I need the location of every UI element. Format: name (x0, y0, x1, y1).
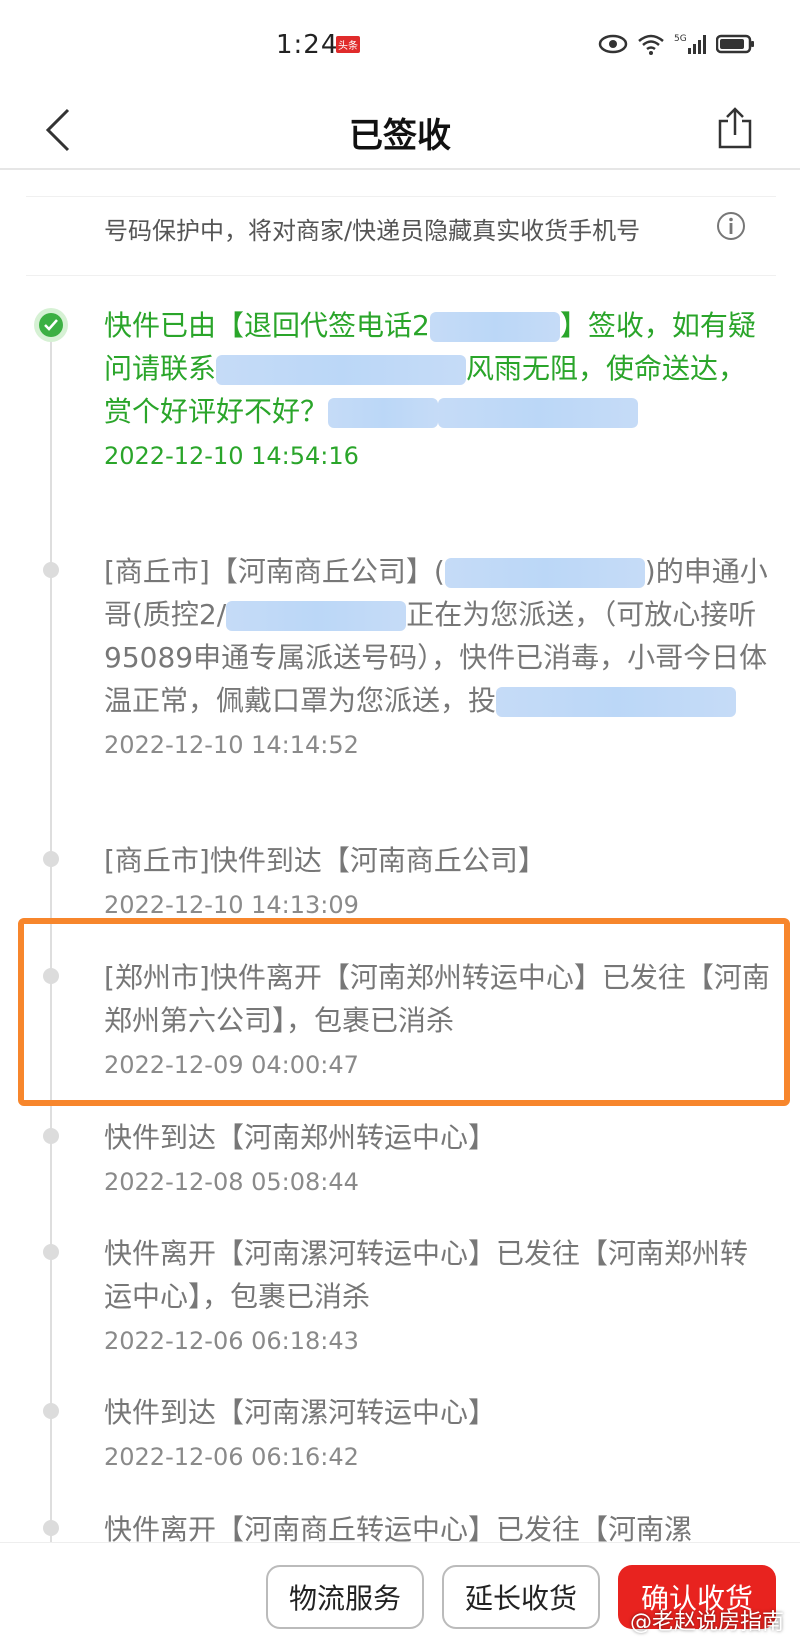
bottom-action-bar: 物流服务 延长收货 确认收货 @老赵说房指南 (0, 1542, 800, 1650)
status-bar: 1:24 头条 5G (0, 0, 800, 90)
event-time: 2022-12-10 14:14:52 (104, 731, 359, 759)
timeline-event: 快件离开【河南漯河转运中心】已发往【河南郑州转运中心】，包裹已消杀 2022-1… (104, 1232, 770, 1358)
timeline-dot (43, 851, 59, 867)
timeline-event: 快件到达【河南漯河转运中心】 2022-12-06 06:16:42 (104, 1391, 770, 1474)
redacted-phone (496, 687, 737, 717)
timeline-dot (43, 1128, 59, 1144)
event-time: 2022-12-06 06:18:43 (104, 1327, 359, 1355)
redacted-phone (226, 601, 407, 631)
redacted-courier (216, 355, 467, 385)
redacted-phone (328, 398, 439, 428)
event-text: 快件到达【河南漯河转运中心】 (104, 1396, 497, 1429)
nav-bar: 已签收 (0, 90, 800, 170)
event-time: 2022-12-06 06:16:42 (104, 1443, 359, 1471)
share-button[interactable] (710, 98, 760, 158)
redacted-phone (444, 558, 645, 588)
event-time: 2022-12-10 14:13:09 (104, 891, 359, 919)
extend-receipt-button[interactable]: 延长收货 (442, 1565, 600, 1629)
signal-5g-icon: 5G (674, 34, 706, 54)
redacted-phone (429, 312, 560, 342)
redacted-phone (438, 398, 639, 428)
info-icon[interactable] (716, 211, 746, 241)
svg-text:5G: 5G (674, 34, 687, 44)
highlight-annotation-box (18, 918, 790, 1106)
timeline-dot (43, 1244, 59, 1260)
page-title: 已签收 (349, 116, 451, 156)
timeline-dot (43, 1403, 59, 1419)
event-text: 快件离开【河南漯河转运中心】已发往【河南郑州转运中心】，包裹已消杀 (104, 1237, 749, 1313)
timeline-event: 快件到达【河南郑州转运中心】 2022-12-08 05:08:44 (104, 1116, 770, 1199)
news-badge: 头条 (336, 36, 360, 53)
battery-icon (716, 34, 754, 54)
timeline-dot (43, 1520, 59, 1536)
timeline-event: [商丘市]【河南商丘公司】()的申通小哥(质控2/正在为您派送，（可放心接听95… (104, 550, 770, 762)
privacy-text: 号码保护中，将对商家/快递员隐藏真实收货手机号 (104, 217, 641, 245)
event-time: 2022-12-10 14:54:16 (104, 442, 359, 470)
status-time: 1:24 (276, 30, 339, 60)
watermark: @老赵说房指南 (629, 1610, 784, 1635)
timeline-event-signed: 快件已由【退回代签电话2 】签收，如有疑问请联系 风雨无阻，使命送达，赏个好评好不好… (104, 304, 770, 473)
wifi-icon (638, 34, 664, 55)
privacy-notice: 号码保护中，将对商家/快递员隐藏真实收货手机号 (26, 196, 776, 276)
timeline-event: [商丘市]快件到达【河南商丘公司】 2022-12-10 14:13:09 (104, 839, 770, 922)
event-text: [商丘市]【河南商丘公司】()的申通小哥(质控2/正在为您派送，（可放心接听95… (104, 555, 768, 717)
eye-icon (598, 34, 628, 54)
event-text: 快件到达【河南郑州转运中心】 (104, 1121, 497, 1154)
event-text: 快件已由【退回代签电话2 】签收，如有疑问请联系 风雨无阻，使命送达，赏个好评好不好… (104, 309, 756, 428)
logistics-service-button[interactable]: 物流服务 (266, 1565, 424, 1629)
share-icon (718, 107, 752, 149)
timeline-dot (43, 562, 59, 578)
check-icon (44, 319, 58, 331)
event-text: [商丘市]快件到达【河南商丘公司】 (104, 844, 546, 877)
status-icons: 5G (598, 32, 756, 56)
timeline-dot-active (34, 308, 68, 342)
event-time: 2022-12-08 05:08:44 (104, 1168, 359, 1196)
